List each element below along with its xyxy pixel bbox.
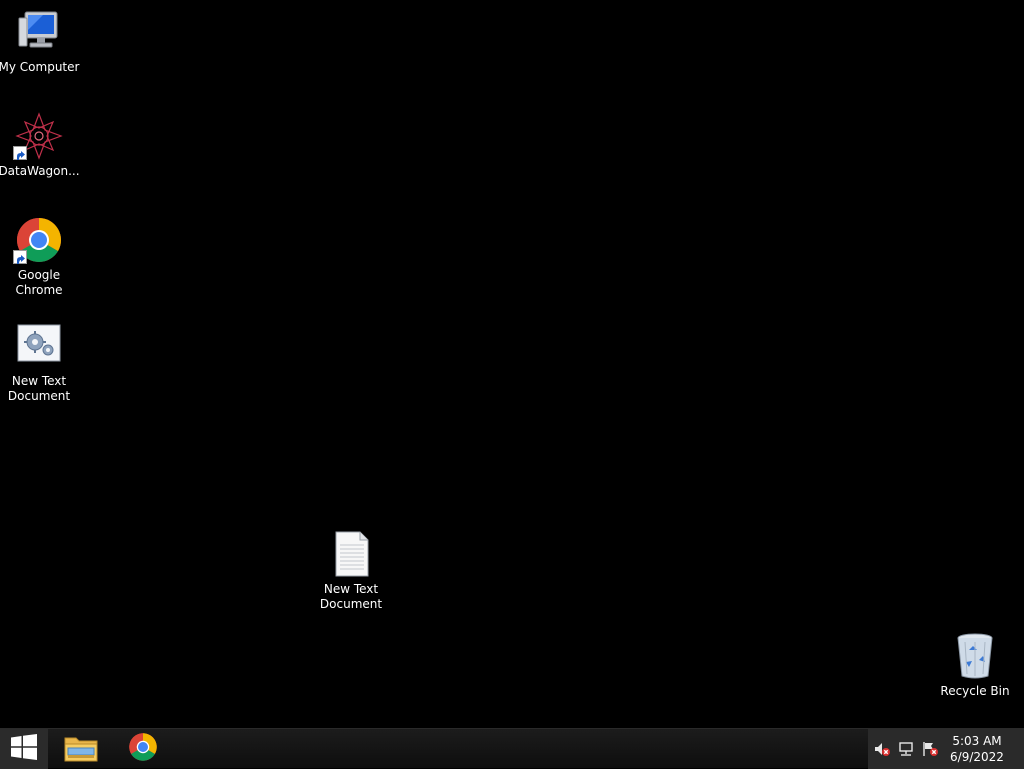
desktop-icon-my-computer[interactable]: My Computer bbox=[0, 8, 81, 75]
datawagon-icon bbox=[13, 112, 63, 160]
desktop-icon-google-chrome[interactable]: Google Chrome bbox=[0, 216, 81, 298]
desktop-icon-label: New Text Document bbox=[319, 582, 383, 611]
chrome-icon bbox=[13, 216, 63, 264]
taskbar-chrome-button[interactable] bbox=[118, 729, 168, 769]
clock-date: 6/9/2022 bbox=[950, 750, 1004, 764]
desktop[interactable]: My Computer DataWagon... Google Chrome N… bbox=[0, 0, 1024, 728]
desktop-icon-label: My Computer bbox=[0, 60, 80, 74]
start-button[interactable] bbox=[0, 729, 48, 769]
desktop-icon-recycle-bin[interactable]: Recycle Bin bbox=[933, 632, 1017, 699]
desktop-icon-label: New Text Document bbox=[7, 374, 71, 403]
taskbar-clock[interactable]: 5:03 AM 6/9/2022 bbox=[942, 733, 1012, 765]
settings-document-icon bbox=[15, 322, 63, 370]
desktop-icon-label: DataWagon... bbox=[0, 164, 80, 178]
text-document-icon bbox=[327, 530, 375, 578]
desktop-icon-datawagon[interactable]: DataWagon... bbox=[0, 112, 81, 179]
volume-muted-icon[interactable] bbox=[874, 741, 890, 757]
shortcut-arrow-icon bbox=[13, 250, 27, 264]
file-explorer-icon bbox=[64, 732, 98, 766]
recycle-bin-icon bbox=[951, 632, 999, 680]
desktop-icon-new-text-document-2[interactable]: New Text Document bbox=[309, 530, 393, 612]
desktop-icon-new-text-document-1[interactable]: New Text Document bbox=[0, 322, 81, 404]
computer-icon bbox=[15, 8, 63, 56]
chrome-icon bbox=[128, 732, 158, 766]
action-center-flag-icon[interactable] bbox=[922, 741, 938, 757]
network-icon[interactable] bbox=[898, 741, 914, 757]
desktop-icon-label: Recycle Bin bbox=[940, 684, 1010, 698]
taskbar: 5:03 AM 6/9/2022 bbox=[0, 728, 1024, 769]
system-tray: 5:03 AM 6/9/2022 bbox=[868, 729, 1024, 769]
taskbar-file-explorer-button[interactable] bbox=[56, 729, 106, 769]
desktop-icon-label: Google Chrome bbox=[15, 268, 63, 297]
windows-logo-icon bbox=[11, 734, 37, 764]
clock-time: 5:03 AM bbox=[952, 734, 1002, 748]
shortcut-arrow-icon bbox=[13, 146, 27, 160]
